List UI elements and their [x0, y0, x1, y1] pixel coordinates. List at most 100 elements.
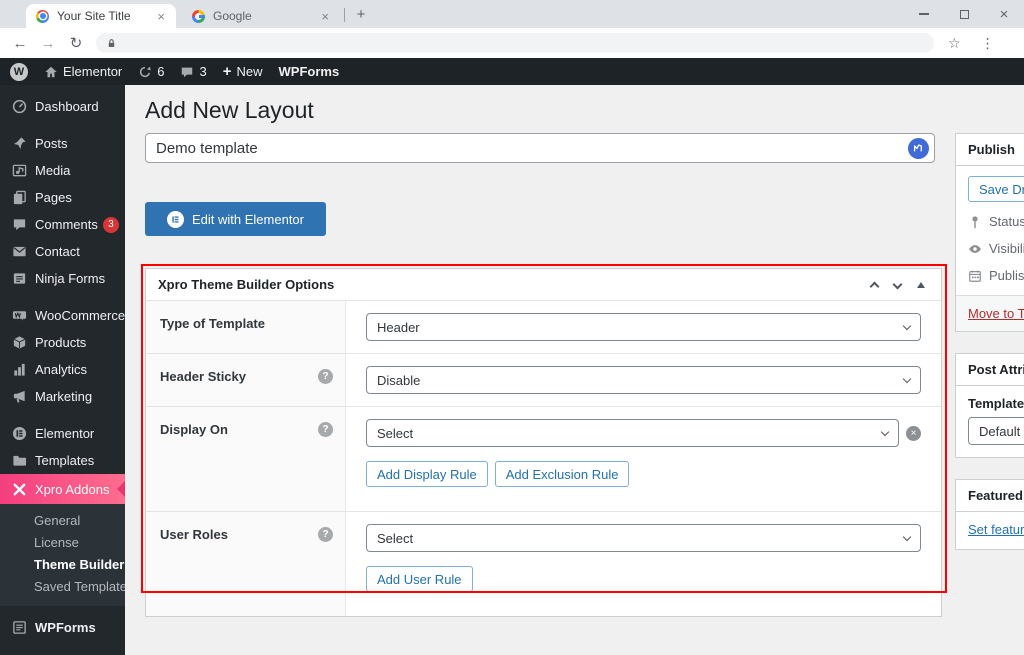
type-of-template-select[interactable]: Header [366, 313, 921, 341]
folder-icon [11, 453, 27, 469]
sidebar-item-analytics[interactable]: Analytics [0, 356, 125, 383]
address-bar[interactable] [96, 33, 934, 53]
field-content-col: Header [346, 301, 941, 353]
bar-chart-icon [11, 362, 27, 378]
post-title-input[interactable] [145, 133, 935, 163]
back-icon[interactable]: ← [6, 35, 34, 52]
collapse-toggle-icon[interactable] [917, 281, 925, 288]
move-up-icon[interactable] [869, 281, 880, 292]
home-icon [45, 66, 57, 77]
submenu-item-theme-builder[interactable]: Theme Builder [0, 554, 125, 576]
save-draft-button[interactable]: Save Draft [968, 176, 1024, 202]
form-icon [11, 271, 27, 287]
help-icon[interactable]: ? [318, 369, 333, 384]
field-row-type-of-template: Type of Template Header [146, 300, 941, 353]
wp-sidebar: Dashboard Posts Media Pages Comments 3 C… [0, 85, 125, 655]
window-minimize-button[interactable] [904, 0, 944, 28]
sidebar-item-dashboard[interactable]: Dashboard [0, 93, 125, 120]
sidebar-item-marketing[interactable]: Marketing [0, 383, 125, 410]
add-user-rule-button[interactable]: Add User Rule [366, 566, 473, 592]
chevron-down-icon [902, 532, 912, 541]
tab-divider [344, 8, 345, 22]
sidebar-item-media[interactable]: Media [0, 157, 125, 184]
post-attributes-panel: Post Attributes Template Default templat… [955, 353, 1024, 458]
status-row: Status: Draft [968, 214, 1024, 229]
browser-tab-site[interactable]: Your Site Title × [26, 4, 176, 28]
move-down-icon[interactable] [892, 279, 903, 290]
forward-icon[interactable]: → [34, 35, 62, 52]
browser-tab-google[interactable]: Google × [182, 4, 340, 28]
xpro-submenu: General License Theme Builder Saved Temp… [0, 504, 125, 606]
publish-date-row: Publish immediately [968, 268, 1024, 283]
add-display-rule-button[interactable]: Add Display Rule [366, 461, 488, 487]
window-close-button[interactable]: × [984, 0, 1024, 28]
updates-menu[interactable]: 6 [138, 64, 164, 79]
sidebar-item-xpro-addons[interactable]: Xpro Addons [0, 474, 125, 504]
sidebar-item-elementor[interactable]: Elementor [0, 420, 125, 447]
display-on-select[interactable]: Select [366, 419, 899, 447]
sidebar-item-contact[interactable]: Contact [0, 238, 125, 265]
field-label-col: User Roles ? [146, 512, 346, 616]
sidebar-item-pages[interactable]: Pages [0, 184, 125, 211]
post-attributes-title: Post Attributes [956, 354, 1024, 386]
add-exclusion-rule-button[interactable]: Add Exclusion Rule [494, 461, 630, 487]
sidebar-item-comments[interactable]: Comments 3 [0, 211, 125, 238]
submenu-item-general[interactable]: General [0, 510, 125, 532]
tab-close-icon[interactable]: × [318, 9, 332, 24]
plus-icon: + [222, 63, 232, 80]
xpro-x-icon [11, 481, 27, 497]
wpforms-admin-menu[interactable]: WPForms [279, 64, 340, 79]
sidebar-item-wpforms[interactable]: WPForms [0, 614, 125, 641]
submenu-item-license[interactable]: License [0, 532, 125, 554]
field-label-col: Display On ? [146, 407, 346, 511]
wp-logo-menu[interactable]: W [10, 62, 28, 81]
comment-bubble-icon [11, 217, 27, 233]
new-content-menu[interactable]: + New [223, 63, 263, 80]
field-row-user-roles: User Roles ? Select Add User Rule [146, 511, 941, 616]
bookmark-star-icon[interactable]: ☆ [948, 35, 961, 52]
wpforms-icon [11, 620, 27, 636]
lock-icon [108, 38, 115, 47]
template-label: Template [968, 396, 1024, 411]
help-icon[interactable]: ? [318, 422, 333, 437]
chevron-down-icon [880, 427, 890, 436]
media-icon [11, 163, 27, 179]
field-row-header-sticky: Header Sticky ? Disable [146, 353, 941, 406]
visibility-row: Visibility: Public [968, 241, 1024, 256]
edit-with-elementor-button[interactable]: Edit with Elementor [145, 202, 326, 236]
sidebar-item-products[interactable]: Products [0, 329, 125, 356]
publish-panel-title: Publish [956, 134, 1024, 166]
chevron-down-icon [902, 321, 912, 330]
set-featured-image-link[interactable]: Set featured image [968, 522, 1024, 537]
reload-icon[interactable]: ↻ [62, 34, 90, 52]
tab-title: Your Site Title [57, 9, 131, 23]
clear-selection-icon[interactable]: × [906, 425, 921, 441]
submenu-item-saved-templates[interactable]: Saved Templates [0, 576, 125, 598]
updates-icon [140, 66, 151, 77]
tab-close-icon[interactable]: × [154, 9, 168, 24]
megaphone-icon [11, 389, 27, 405]
site-name-menu[interactable]: Elementor [44, 64, 122, 79]
browser-tabstrip: Your Site Title × Google × + × [0, 0, 1024, 28]
pin-icon [11, 136, 27, 152]
user-roles-select[interactable]: Select [366, 524, 921, 552]
field-row-display-on: Display On ? Select × Add Display Rule A… [146, 406, 941, 511]
template-select[interactable]: Default template [968, 417, 1024, 445]
product-box-icon [11, 335, 27, 351]
sidebar-item-templates[interactable]: Templates [0, 447, 125, 474]
comments-menu[interactable]: 3 [180, 64, 207, 79]
move-to-trash-link[interactable]: Move to Trash [968, 306, 1024, 321]
header-sticky-select[interactable]: Disable [366, 366, 921, 394]
sidebar-item-posts[interactable]: Posts [0, 130, 125, 157]
help-icon[interactable]: ? [318, 527, 333, 542]
browser-menu-icon[interactable]: ⋮ [981, 35, 995, 52]
comment-bubble-icon [182, 67, 193, 77]
window-maximize-button[interactable] [944, 0, 984, 28]
sidebar-item-ninja-forms[interactable]: Ninja Forms [0, 265, 125, 292]
calendar-icon [969, 270, 981, 282]
sidebar-item-appearance[interactable]: Appearance [0, 651, 125, 655]
new-tab-button[interactable]: + [352, 6, 370, 23]
google-favicon-icon [192, 9, 205, 23]
sidebar-item-woocommerce[interactable]: WooCommerce [0, 302, 125, 329]
xpro-title-badge-icon[interactable] [908, 137, 929, 159]
